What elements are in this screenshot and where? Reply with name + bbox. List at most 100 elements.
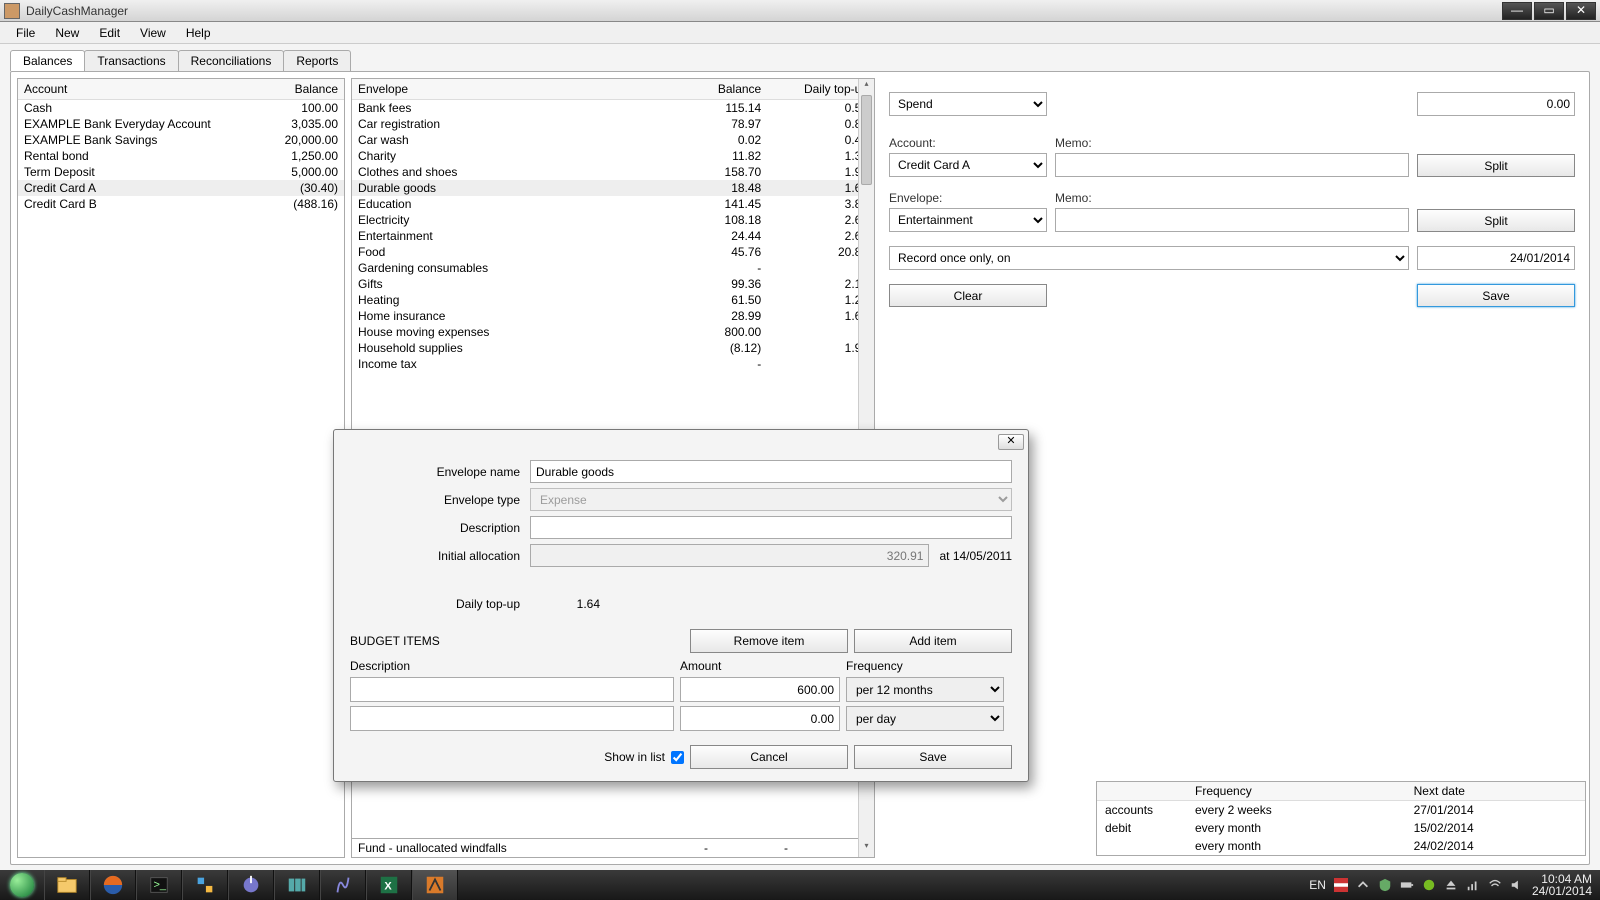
recur-col-freq[interactable]: Frequency	[1187, 782, 1406, 801]
envelope-name-input[interactable]	[530, 460, 1012, 483]
account-row[interactable]: Rental bond1,250.00	[18, 148, 344, 164]
envelope-row[interactable]: Car registration78.970.82	[352, 116, 874, 132]
envelope-row[interactable]: Bank fees115.140.55	[352, 100, 874, 117]
col-account[interactable]: Account	[18, 79, 263, 100]
account-row[interactable]: EXAMPLE Bank Everyday Account3,035.00	[18, 116, 344, 132]
taskbar-excel[interactable]: X	[366, 870, 412, 900]
taskbar-app-4[interactable]	[320, 870, 366, 900]
envelope-row[interactable]: Household supplies(8.12)1.94	[352, 340, 874, 356]
envelope-memo-input[interactable]	[1055, 208, 1409, 232]
tray-battery-icon[interactable]	[1400, 878, 1414, 892]
tray-volume-icon[interactable]	[1510, 878, 1524, 892]
taskbar-app-3[interactable]	[274, 870, 320, 900]
budget-amount-input[interactable]	[680, 677, 840, 702]
budget-desc-input[interactable]	[350, 677, 674, 702]
transaction-type-select[interactable]: Spend	[889, 92, 1047, 116]
account-select[interactable]: Credit Card A	[889, 153, 1047, 177]
budget-desc-input[interactable]	[350, 706, 674, 731]
envelope-row[interactable]: House moving expenses800.00-	[352, 324, 874, 340]
tab-balances[interactable]: Balances	[10, 50, 85, 71]
taskbar-app-2[interactable]	[228, 870, 274, 900]
envelope-row[interactable]: Education141.453.83	[352, 196, 874, 212]
show-in-list-checkbox[interactable]	[671, 751, 684, 764]
envelope-row[interactable]: Gardening consumables--	[352, 260, 874, 276]
envelope-row[interactable]: Income tax--	[352, 356, 874, 372]
account-row[interactable]: EXAMPLE Bank Savings20,000.00	[18, 132, 344, 148]
scrollbar-thumb[interactable]	[861, 95, 872, 185]
tray-shield-icon[interactable]	[1378, 878, 1392, 892]
account-memo-input[interactable]	[1055, 153, 1409, 177]
envelope-row[interactable]: Charity11.821.37	[352, 148, 874, 164]
tray-date: 24/01/2014	[1532, 885, 1592, 897]
menu-view[interactable]: View	[130, 24, 176, 42]
envelope-row[interactable]: Clothes and shoes158.701.92	[352, 164, 874, 180]
save-button[interactable]: Save	[1417, 284, 1575, 307]
tray-chevron-up-icon[interactable]	[1356, 878, 1370, 892]
account-row[interactable]: Term Deposit5,000.00	[18, 164, 344, 180]
envelope-row[interactable]: Entertainment24.442.63	[352, 228, 874, 244]
taskbar-terminal[interactable]: >_	[136, 870, 182, 900]
envelope-select[interactable]: Entertainment	[889, 208, 1047, 232]
recurring-table[interactable]: Frequency Next date accountsevery 2 week…	[1096, 781, 1586, 856]
tray-gpu-icon[interactable]	[1422, 878, 1436, 892]
tray-wifi-icon[interactable]	[1488, 878, 1502, 892]
envelope-split-button[interactable]: Split	[1417, 209, 1575, 232]
envelope-row[interactable]: Car wash0.020.43	[352, 132, 874, 148]
envelope-row[interactable]: Heating61.501.23	[352, 292, 874, 308]
taskbar-explorer[interactable]	[44, 870, 90, 900]
tray-flag-icon[interactable]	[1334, 878, 1348, 892]
account-row[interactable]: Credit Card A(30.40)	[18, 180, 344, 196]
tray-clock[interactable]: 10:04 AM 24/01/2014	[1532, 873, 1592, 897]
col-envelope[interactable]: Envelope	[352, 79, 660, 100]
account-name: Credit Card B	[18, 196, 263, 212]
recur-col-next[interactable]: Next date	[1406, 782, 1585, 801]
recurring-row[interactable]: every month24/02/2014	[1097, 837, 1585, 855]
taskbar-app-1[interactable]	[182, 870, 228, 900]
close-button[interactable]: ✕	[1566, 2, 1596, 20]
tab-transactions[interactable]: Transactions	[84, 50, 178, 71]
date-input[interactable]	[1417, 246, 1575, 270]
envelope-row[interactable]: Durable goods18.481.64	[352, 180, 874, 196]
menu-edit[interactable]: Edit	[89, 24, 130, 42]
recurring-row[interactable]: debitevery month15/02/2014	[1097, 819, 1585, 837]
description-input[interactable]	[530, 516, 1012, 539]
dialog-save-button[interactable]: Save	[854, 745, 1012, 769]
tab-reconciliations[interactable]: Reconciliations	[178, 50, 285, 71]
clear-button[interactable]: Clear	[889, 284, 1047, 307]
menu-help[interactable]: Help	[176, 24, 221, 42]
budget-amount-input[interactable]	[680, 706, 840, 731]
envelopes-table[interactable]: Envelope Balance Daily top-up Bank fees1…	[352, 79, 874, 372]
account-balance: (30.40)	[263, 180, 344, 196]
maximize-button[interactable]: ▭	[1534, 2, 1564, 20]
budget-freq-select[interactable]: per 12 months	[846, 677, 1004, 702]
budget-freq-select[interactable]: per day	[846, 706, 1004, 731]
remove-item-button[interactable]: Remove item	[690, 629, 848, 653]
tab-reports[interactable]: Reports	[283, 50, 351, 71]
taskbar-dailycashmanager[interactable]	[412, 870, 458, 900]
col-balance[interactable]: Balance	[263, 79, 344, 100]
menu-new[interactable]: New	[45, 24, 89, 42]
amount-input[interactable]	[1417, 92, 1575, 116]
tray-network-icon[interactable]	[1466, 878, 1480, 892]
envelope-row[interactable]: Home insurance28.991.64	[352, 308, 874, 324]
tray-lang[interactable]: EN	[1309, 878, 1326, 892]
envelope-row[interactable]: Electricity108.182.62	[352, 212, 874, 228]
recurring-row[interactable]: accountsevery 2 weeks27/01/2014	[1097, 801, 1585, 820]
envelope-bottom-row[interactable]: Fund - unallocated windfalls - -	[352, 838, 858, 857]
dialog-cancel-button[interactable]: Cancel	[690, 745, 848, 769]
account-row[interactable]: Cash100.00	[18, 100, 344, 117]
frequency-select[interactable]: Record once only, on	[889, 246, 1409, 270]
taskbar-firefox[interactable]	[90, 870, 136, 900]
accounts-table[interactable]: Account Balance Cash100.00EXAMPLE Bank E…	[18, 79, 344, 212]
col-env-balance[interactable]: Balance	[660, 79, 767, 100]
envelope-row[interactable]: Gifts99.362.19	[352, 276, 874, 292]
dialog-close-button[interactable]: ✕	[998, 434, 1024, 450]
minimize-button[interactable]: —	[1502, 2, 1532, 20]
envelope-row[interactable]: Food45.7620.82	[352, 244, 874, 260]
account-row[interactable]: Credit Card B(488.16)	[18, 196, 344, 212]
menu-file[interactable]: File	[6, 24, 45, 42]
start-button[interactable]	[0, 870, 44, 900]
tray-eject-icon[interactable]	[1444, 878, 1458, 892]
add-item-button[interactable]: Add item	[854, 629, 1012, 653]
account-split-button[interactable]: Split	[1417, 154, 1575, 177]
